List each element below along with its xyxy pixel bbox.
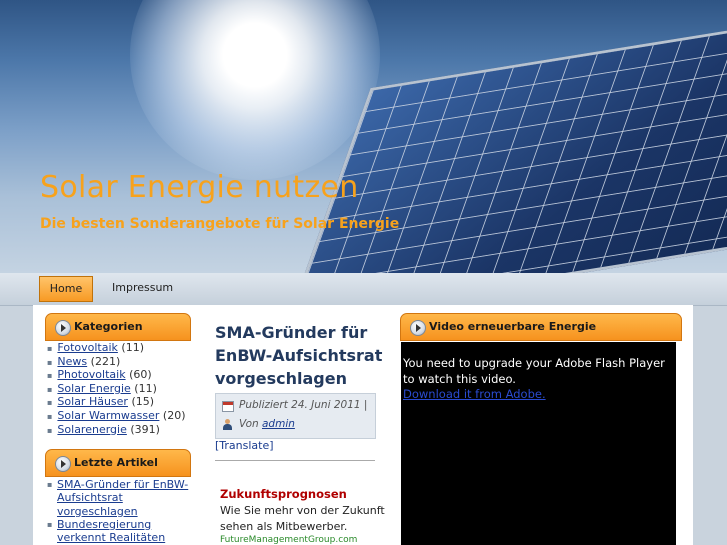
list-item: Solar Energie (11) xyxy=(47,382,186,396)
ad-title[interactable]: Zukunftsprognosen xyxy=(220,487,347,501)
latest-articles-list: SMA-Gründer für EnBW-Aufsichtsrat vorges… xyxy=(47,478,197,544)
categories-title: Kategorien xyxy=(74,320,143,333)
post-meta: Publiziert 24. Juni 2011 | Von admin xyxy=(215,393,376,439)
author-prefix: Von xyxy=(239,418,259,430)
list-item: Solar Häuser (15) xyxy=(47,395,186,409)
category-count: (221) xyxy=(90,354,121,368)
video-title: Video erneuerbare Energie xyxy=(429,320,597,333)
main-nav: Home Impressum xyxy=(0,273,727,306)
video-player[interactable]: You need to upgrade your Adobe Flash Pla… xyxy=(401,342,676,545)
category-count: (15) xyxy=(131,395,155,409)
categories-header: Kategorien xyxy=(45,313,191,341)
ad-text: Wie Sie mehr von der Zukunft sehen als M… xyxy=(220,504,385,533)
post-date: Publiziert 24. Juni 2011 | xyxy=(239,399,368,411)
post-title[interactable]: SMA-Gründer für EnBW-Aufsichtsrat vorges… xyxy=(215,321,390,390)
site-subtitle: Die besten Sonderangebote für Solar Ener… xyxy=(40,216,400,232)
list-item: News (221) xyxy=(47,355,186,369)
category-count: (11) xyxy=(121,341,144,354)
nav-item-impressum[interactable]: Impressum xyxy=(112,276,173,300)
user-icon xyxy=(222,419,233,431)
category-link[interactable]: Solar Häuser xyxy=(57,395,128,408)
latest-articles-title: Letzte Artikel xyxy=(74,456,158,469)
category-count: (391) xyxy=(130,422,160,436)
flash-message-text: You need to upgrade your Adobe Flash Pla… xyxy=(403,356,665,386)
list-item: Bundesregierung verkennt Realitäten xyxy=(47,518,197,545)
list-item: SMA-Gründer für EnBW-Aufsichtsrat vorges… xyxy=(47,478,197,518)
list-item: Solarenergie (391) xyxy=(47,423,186,437)
flash-message: You need to upgrade your Adobe Flash Pla… xyxy=(403,356,676,403)
site-header: Solar Energie nutzen Die besten Sonderan… xyxy=(0,0,727,273)
divider xyxy=(215,460,375,461)
category-link[interactable]: Solar Warmwasser xyxy=(57,409,159,422)
category-count: (20) xyxy=(162,408,186,422)
post-author-line: Von admin xyxy=(239,418,295,430)
category-count: (11) xyxy=(134,381,157,395)
list-item: Fotovoltaik (11) xyxy=(47,341,186,355)
adobe-download-link[interactable]: Download it from Adobe. xyxy=(403,387,546,401)
site-title[interactable]: Solar Energie nutzen xyxy=(40,170,359,205)
category-link[interactable]: Solar Energie xyxy=(57,382,130,395)
arrow-bullet-icon xyxy=(55,456,71,472)
translate-link[interactable]: [Translate] xyxy=(215,439,274,452)
latest-articles-header: Letzte Artikel xyxy=(45,449,191,477)
category-link[interactable]: Fotovoltaik xyxy=(57,341,117,354)
list-item: Photovoltaik (60) xyxy=(47,368,186,382)
category-list: Fotovoltaik (11) News (221) Photovoltaik… xyxy=(47,341,186,437)
arrow-bullet-icon xyxy=(410,320,426,336)
article-link[interactable]: Bundesregierung verkennt Realitäten xyxy=(57,518,165,544)
video-header: Video erneuerbare Energie xyxy=(400,313,682,341)
calendar-icon xyxy=(222,401,234,412)
article-link[interactable]: SMA-Gründer für EnBW-Aufsichtsrat vorges… xyxy=(57,478,188,518)
category-link[interactable]: Photovoltaik xyxy=(57,368,125,381)
category-link[interactable]: Solarenergie xyxy=(57,423,126,436)
author-link[interactable]: admin xyxy=(262,418,295,430)
nav-item-home[interactable]: Home xyxy=(39,276,93,302)
category-count: (60) xyxy=(129,368,152,382)
arrow-bullet-icon xyxy=(55,320,71,336)
ad-url[interactable]: FutureManagementGroup.com xyxy=(220,535,357,545)
list-item: Solar Warmwasser (20) xyxy=(47,408,186,423)
category-link[interactable]: News xyxy=(57,355,87,368)
